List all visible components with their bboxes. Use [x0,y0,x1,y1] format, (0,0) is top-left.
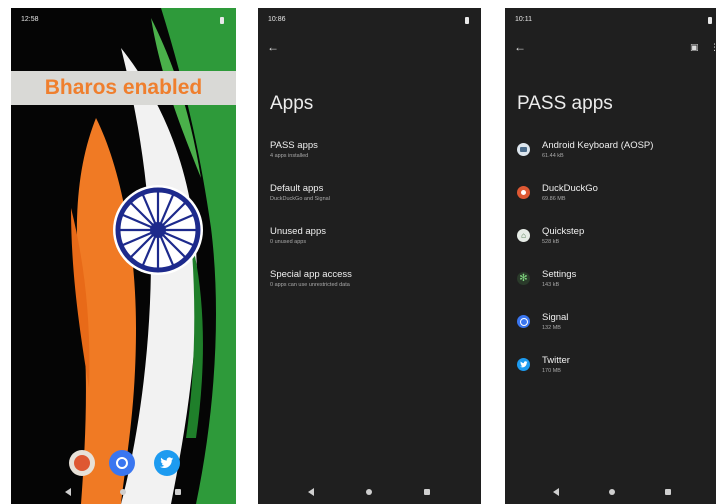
nav-back-icon[interactable] [308,488,314,496]
nav-back-icon[interactable] [65,488,71,496]
app-name: Twitter [542,355,570,366]
bharos-banner: Bharos enabled [11,71,236,105]
app-name: Settings [542,269,577,280]
signal-icon [517,315,530,328]
twitter-icon[interactable] [154,450,180,476]
nav-bar [505,482,716,504]
menu-item-summary: 4 apps installed [270,153,309,159]
status-time: 12:58 [21,16,39,23]
battery-icon [220,17,224,24]
status-bar: 10:11 [505,16,716,28]
home-icon: ⌂ [517,229,530,242]
signal-icon[interactable] [109,450,135,476]
nav-recents-icon[interactable] [175,489,181,495]
nav-bar [258,482,481,504]
app-size: 528 kB [542,239,560,245]
nav-back-icon[interactable] [553,488,559,496]
battery-icon [708,17,712,24]
nav-home-icon[interactable] [609,489,615,495]
duckduckgo-icon[interactable] [69,450,95,476]
clipboard-icon[interactable]: ▣ [690,42,699,53]
gear-icon: ✻ [517,272,530,285]
twitter-icon [517,358,530,371]
status-bar: 12:58 [11,16,236,28]
status-bar: 10:86 [258,16,481,28]
app-size: 170 MB [542,368,561,374]
app-size: 61.44 kB [542,153,564,159]
menu-item-summary: 0 apps can use unrestricted data [270,282,350,288]
nav-recents-icon[interactable] [665,489,671,495]
app-name: Signal [542,312,569,323]
menu-item-default-apps[interactable]: Default apps DuckDuckGo and Signal [270,183,330,204]
app-name: Android Keyboard (AOSP) [542,140,654,151]
menu-item-pass-apps[interactable]: PASS apps 4 apps installed [270,140,318,161]
nav-home-icon[interactable] [120,489,126,495]
apps-settings-screen: 10:86 ← Apps PASS apps 4 apps installed … [258,8,481,504]
nav-bar [11,482,236,504]
app-size: 143 kB [542,282,560,288]
nav-home-icon[interactable] [366,489,372,495]
menu-item-label: Default apps [270,183,324,194]
back-arrow-icon[interactable]: ← [267,40,279,54]
menu-item-label: Unused apps [270,226,326,237]
page-title: Apps [270,93,314,114]
ashoka-chakra-icon [113,185,203,275]
pass-apps-screen: 10:11 ← ▣ ⋮ PASS apps Android Keyboard (… [505,8,716,504]
home-screen: 12:58 Bharos enabled [11,8,236,504]
status-time: 10:86 [268,16,286,23]
menu-item-label: PASS apps [270,140,318,151]
battery-icon [465,17,469,24]
page-title: PASS apps [517,93,613,114]
menu-item-summary: 0 unused apps [270,239,307,245]
overflow-icon[interactable]: ⋮ [710,42,716,53]
duckduckgo-icon [517,186,530,199]
back-arrow-icon[interactable]: ← [514,40,526,54]
keyboard-icon [517,143,530,156]
app-size: 69.86 MB [542,196,566,202]
app-name: DuckDuckGo [542,183,598,194]
menu-item-label: Special app access [270,269,352,280]
menu-item-summary: DuckDuckGo and Signal [270,196,330,202]
nav-recents-icon[interactable] [424,489,430,495]
menu-item-special-app-access[interactable]: Special app access 0 apps can use unrest… [270,269,352,290]
menu-item-unused-apps[interactable]: Unused apps 0 unused apps [270,226,326,247]
app-size: 132 MB [542,325,561,331]
app-name: Quickstep [542,226,585,237]
status-time: 10:11 [515,16,532,23]
